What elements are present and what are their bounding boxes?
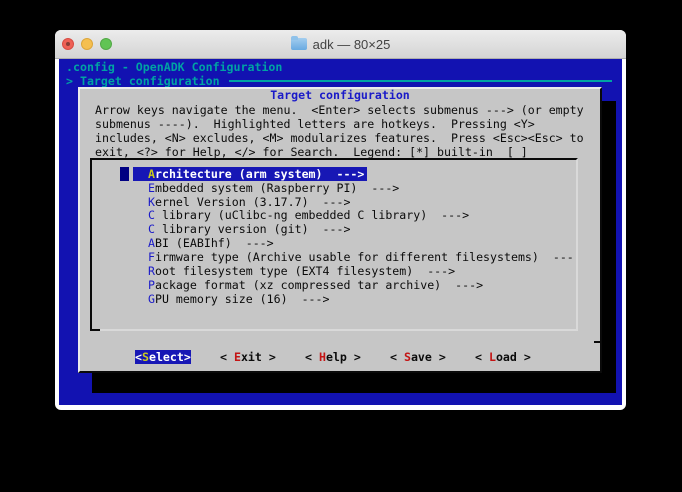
- save-button[interactable]: < Save >: [390, 350, 446, 364]
- dialog-title: Target configuration: [80, 88, 600, 102]
- window-titlebar[interactable]: adk — 80×25: [55, 30, 626, 59]
- selection-cursor: [120, 167, 129, 181]
- menu-item-embedded-system[interactable]: Embedded system (Raspberry PI) --->: [92, 181, 576, 195]
- menu-item-c-library-version[interactable]: C library version (git) --->: [92, 222, 576, 236]
- target-configuration-dialog: Target configuration Arrow keys navigate…: [78, 87, 602, 373]
- config-header: .config - OpenADK Configuration: [66, 60, 282, 74]
- desktop: adk — 80×25 .config - OpenADK Configurat…: [0, 0, 682, 492]
- menu-item-gpu-memory[interactable]: GPU memory size (16) --->: [92, 292, 576, 306]
- instructions-line: Arrow keys navigate the menu. <Enter> se…: [95, 103, 584, 117]
- terminal-window: adk — 80×25 .config - OpenADK Configurat…: [55, 30, 626, 410]
- zoom-button[interactable]: [100, 38, 112, 50]
- menu-item-abi[interactable]: ABI (EABIhf) --->: [92, 236, 576, 250]
- menu-listbox: Architecture (arm system) ---> Embedded …: [90, 158, 578, 331]
- instructions-line: submenus ----). Highlighted letters are …: [95, 117, 535, 131]
- folder-icon: [291, 38, 307, 50]
- menu-item-firmware-type[interactable]: Firmware type (Archive usable for differ…: [92, 250, 576, 264]
- close-button[interactable]: [62, 38, 74, 50]
- select-button[interactable]: <Select>: [135, 350, 191, 364]
- terminal-screen: .config - OpenADK Configuration > Target…: [59, 59, 622, 405]
- breadcrumb: > Target configuration: [66, 74, 220, 88]
- instructions-line: includes, <N> excludes, <M> modularizes …: [95, 131, 584, 145]
- menu-item-architecture[interactable]: Architecture (arm system) --->: [92, 167, 576, 181]
- window-title: adk — 80×25: [313, 37, 391, 52]
- menu-item-root-filesystem[interactable]: Root filesystem type (EXT4 filesystem) -…: [92, 264, 576, 278]
- exit-button[interactable]: < Exit >: [220, 350, 276, 364]
- menu-item-c-library[interactable]: C library (uClibc-ng embedded C library)…: [92, 208, 576, 222]
- separator-tick: [594, 341, 600, 343]
- menu-item-kernel-version[interactable]: Kernel Version (3.17.7) --->: [92, 195, 576, 209]
- help-button[interactable]: < Help >: [305, 350, 361, 364]
- minimize-button[interactable]: [81, 38, 93, 50]
- instructions-line: exit, <?> for Help, </> for Search. Lege…: [95, 145, 528, 159]
- menu-item-package-format[interactable]: Package format (xz compressed tar archiv…: [92, 278, 576, 292]
- load-button[interactable]: < Load >: [475, 350, 531, 364]
- breadcrumb-rule: [229, 80, 612, 82]
